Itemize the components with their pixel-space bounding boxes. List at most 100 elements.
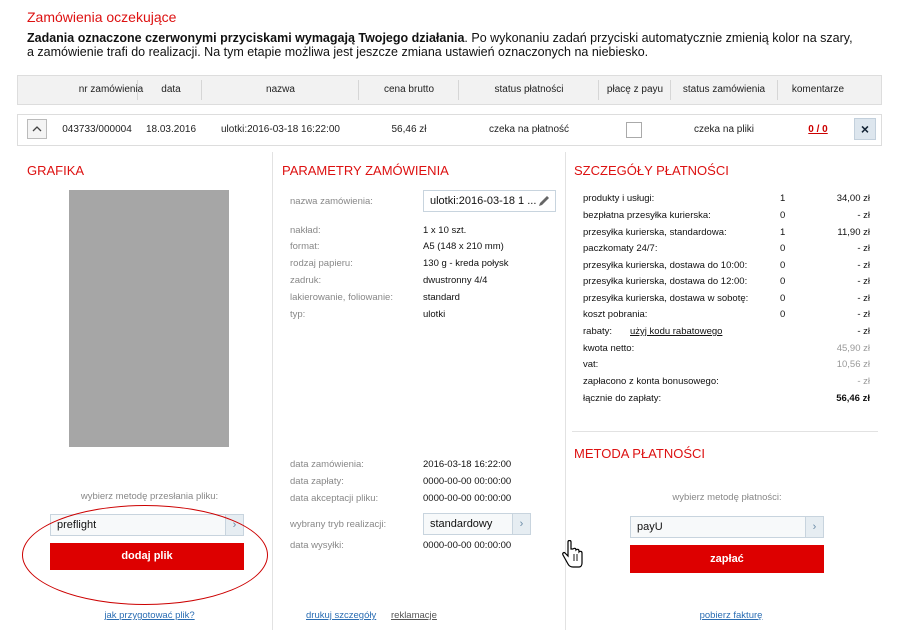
payment-row-label: przesyłka kurierska, dostawa do 12:00: xyxy=(583,276,748,287)
payment-row-label: bezpłatna przesyłka kurierska: xyxy=(583,210,711,221)
payment-row-amount: - zł xyxy=(857,243,870,254)
order-status: czeka na pliki xyxy=(693,124,755,135)
bonus-label: zapłacono z konta bonusowego: xyxy=(583,376,719,387)
date-value: 2016-03-18 16:22:00 xyxy=(423,459,512,470)
param-value: A5 (148 x 210 mm) xyxy=(423,241,504,252)
param-label: lakierowanie, foliowanie: xyxy=(290,292,393,303)
param-label: format: xyxy=(290,241,320,252)
param-value: standard xyxy=(423,292,460,303)
date-label: data akceptacji pliku: xyxy=(290,493,379,504)
total-label: łącznie do zapłaty: xyxy=(583,393,662,404)
col-name: nazwa xyxy=(266,84,295,95)
param-value: dwustronny 4/4 xyxy=(423,275,488,286)
payment-method-value: payU xyxy=(637,521,663,533)
table-header: nr zamówienia data nazwa cena brutto sta… xyxy=(17,75,882,105)
divider xyxy=(272,152,273,630)
use-discount-code-link[interactable]: użyj kodu rabatowego xyxy=(630,326,722,337)
highlight-ellipse xyxy=(22,505,268,605)
pay-with-payu-checkbox[interactable] xyxy=(626,122,642,138)
hand-cursor-icon xyxy=(562,540,583,568)
order-date: 18.03.2016 xyxy=(145,124,197,135)
order-number: 043733/000004 xyxy=(62,124,132,135)
ship-date-label: data wysyłki: xyxy=(290,540,344,551)
payment-row-label: paczkomaty 24/7: xyxy=(583,243,658,254)
date-value: 0000-00-00 00:00:00 xyxy=(423,476,512,487)
payment-method-select[interactable]: payU › xyxy=(630,516,824,538)
chevron-right-icon: › xyxy=(805,517,823,537)
payment-row-qty: 1 xyxy=(780,193,786,204)
discounts-label: rabaty: xyxy=(583,326,613,337)
net-label: kwota netto: xyxy=(583,343,635,354)
payment-row-qty: 0 xyxy=(780,210,786,221)
date-label: data zapłaty: xyxy=(290,476,344,487)
payment-row-amount: - zł xyxy=(857,293,870,304)
payment-row-qty: 0 xyxy=(780,260,786,271)
col-order-status: status zamówienia xyxy=(682,84,766,95)
mode-select[interactable]: standardowy › xyxy=(423,513,531,535)
vat-label: vat: xyxy=(583,359,599,370)
payment-row-label: przesyłka kurierska, dostawa do 10:00: xyxy=(583,260,748,271)
payment-row-qty: 1 xyxy=(780,227,786,238)
payment-status: czeka na płatność xyxy=(488,124,570,135)
intro-bold: Zadania oznaczone czerwonymi przyciskami… xyxy=(27,31,465,45)
download-invoice-link[interactable]: pobierz fakturę xyxy=(572,610,890,621)
payment-row-label: produkty i usługi: xyxy=(583,193,655,204)
param-label: rodzaj papieru: xyxy=(290,258,353,269)
payment-row-label: przesyłka kurierska, standardowa: xyxy=(583,227,727,238)
total-amount: 56,46 zł xyxy=(836,393,870,404)
payment-row-qty: 0 xyxy=(780,293,786,304)
payment-row-qty: 0 xyxy=(780,243,786,254)
net-amount: 45,90 zł xyxy=(836,343,870,354)
ship-date-value: 0000-00-00 00:00:00 xyxy=(423,540,512,551)
pencil-icon[interactable] xyxy=(537,194,551,208)
vat-amount: 10,56 zł xyxy=(836,359,870,370)
bonus-amount: - zł xyxy=(857,376,870,387)
order-name: ulotki:2016-03-18 16:22:00 xyxy=(221,124,340,135)
order-name-value: ulotki:2016-03-18 1 ... xyxy=(430,195,537,207)
col-payment-status: status płatności xyxy=(494,84,564,95)
payment-row-qty: 0 xyxy=(780,309,786,320)
comments-link[interactable]: 0 / 0 xyxy=(779,115,857,145)
col-date: data xyxy=(161,84,181,95)
mode-label: wybrany tryb realizacji: xyxy=(290,519,387,530)
discounts-amount: - zł xyxy=(857,326,870,337)
close-icon[interactable]: × xyxy=(854,118,876,140)
order-name-input[interactable]: ulotki:2016-03-18 1 ... xyxy=(423,190,556,212)
param-label: nakład: xyxy=(290,225,321,236)
order-name-label: nazwa zamówienia: xyxy=(290,196,373,207)
intro-text: Zadania oznaczone czerwonymi przyciskami… xyxy=(27,31,857,59)
upload-method-label: wybierz metodę przesłania pliku: xyxy=(80,491,219,502)
print-details-link[interactable]: drukuj szczegóły xyxy=(306,610,376,621)
collapse-button[interactable] xyxy=(27,119,47,139)
how-to-prepare-link[interactable]: jak przygotować plik? xyxy=(27,610,272,621)
divider xyxy=(572,431,878,432)
payment-row-amount: - zł xyxy=(857,309,870,320)
param-label: zadruk: xyxy=(290,275,322,286)
payment-method-label: wybierz metodę płatności: xyxy=(672,492,782,503)
chevron-right-icon: › xyxy=(512,514,530,534)
order-row: 043733/000004 18.03.2016 ulotki:2016-03-… xyxy=(17,114,882,146)
col-comments: komentarze xyxy=(791,84,845,95)
payment-row-label: koszt pobrania: xyxy=(583,309,648,320)
mode-value: standardowy xyxy=(430,518,493,530)
col-payu: płacę z payu xyxy=(606,84,664,95)
param-value: 130 g - kreda połysk xyxy=(423,258,509,269)
payment-row-amount: - zł xyxy=(857,276,870,287)
page-title: Zamówienia oczekujące xyxy=(27,9,177,25)
pay-button[interactable]: zapłać xyxy=(630,545,824,573)
payment-row-amount: - zł xyxy=(857,210,870,221)
param-value: 1 x 10 szt. xyxy=(423,225,467,236)
order-price: 56,46 zł xyxy=(391,124,427,135)
param-value: ulotki xyxy=(423,309,446,320)
complaints-link[interactable]: reklamacje xyxy=(391,610,437,621)
payment-row-amount: 11,90 zł xyxy=(837,227,870,238)
param-label: typ: xyxy=(290,309,306,320)
col-price: cena brutto xyxy=(383,84,435,95)
payment-row-amount: - zł xyxy=(857,260,870,271)
date-value: 0000-00-00 00:00:00 xyxy=(423,493,512,504)
payment-details-title: SZCZEGÓŁY PŁATNOŚCI xyxy=(574,163,729,178)
payment-row-qty: 0 xyxy=(780,276,786,287)
grafika-title: GRAFIKA xyxy=(27,163,85,178)
payment-method-title: METODA PŁATNOŚCI xyxy=(574,446,705,461)
payment-row-label: przesyłka kurierska, dostawa w sobotę: xyxy=(583,293,749,304)
